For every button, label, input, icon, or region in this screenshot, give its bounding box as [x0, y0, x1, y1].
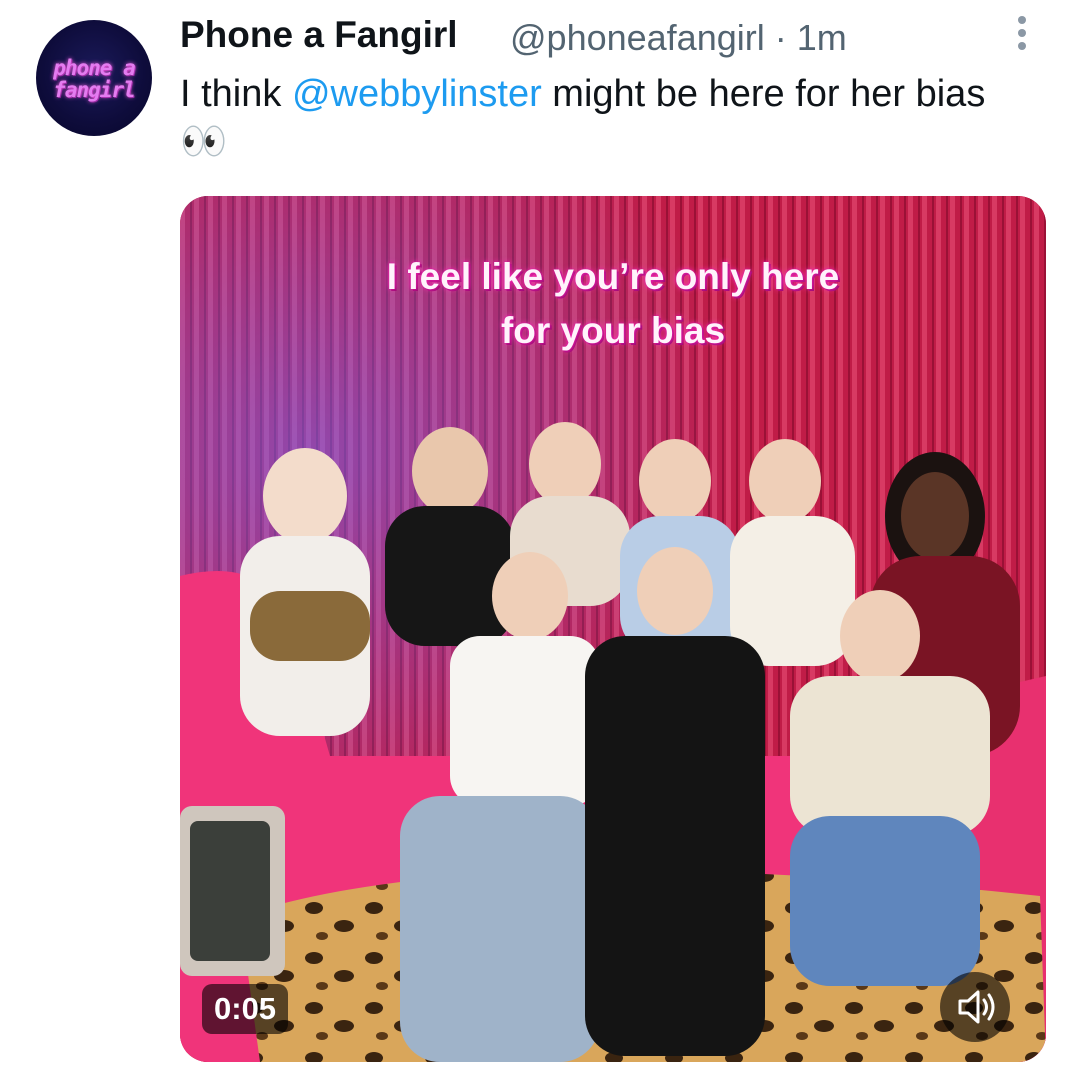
avatar-logo-line2: fangirl: [53, 78, 136, 102]
video-timestamp: 0:05: [202, 984, 289, 1034]
speaker-icon[interactable]: [940, 972, 1010, 1042]
video-player[interactable]: I feel like you’re only here for your bi…: [180, 196, 1046, 1062]
author-name[interactable]: Phone a Fangirl: [180, 14, 458, 56]
tweet-text-start: I think: [180, 73, 292, 115]
author-handle-time[interactable]: @phoneafangirl · 1m: [510, 17, 847, 59]
avatar-logo-line1: phone a: [53, 56, 136, 80]
mention-link[interactable]: @webbylinster: [292, 73, 542, 115]
avatar[interactable]: phone a fangirl: [36, 20, 152, 136]
speaker-icon-glyph: [958, 990, 995, 1024]
tweet-header: Phone a Fangirl @phoneafangirl · 1m: [180, 14, 1040, 62]
caption-line-2: for your bias: [500, 310, 726, 351]
video-caption: I feel like you’re only here for your bi…: [180, 250, 1046, 358]
tweet-text: I think @webbylinster might be here for …: [180, 70, 1040, 166]
more-vertical-icon[interactable]: [1010, 16, 1034, 56]
caption-line-1: I feel like you’re only here: [386, 256, 840, 297]
